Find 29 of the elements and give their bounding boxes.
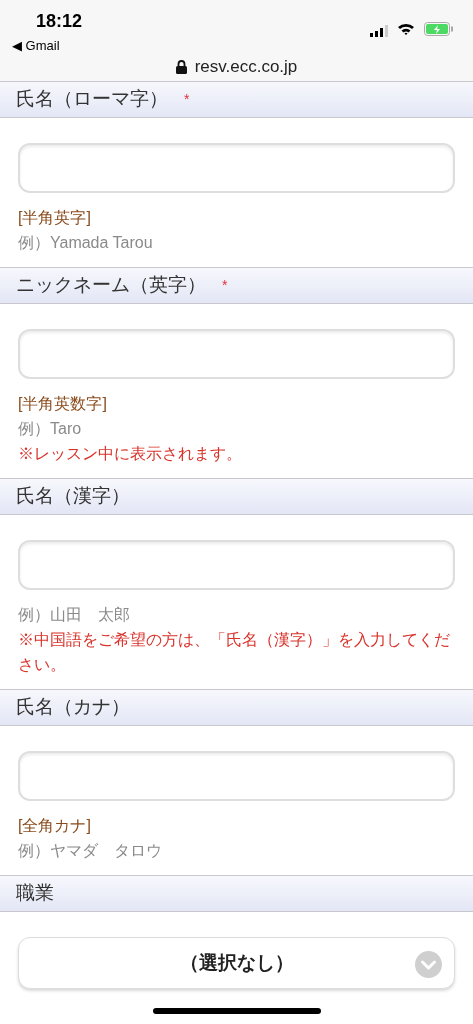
warning-note: ※レッスン中に表示されます。 [18,444,243,464]
select-dropdown[interactable]: （選択なし） [18,937,455,989]
text-field[interactable] [18,540,455,590]
status-time: 18:12 [36,10,83,33]
field-label: 氏名（カナ） [16,695,130,720]
address-bar[interactable]: resv.ecc.co.jp [0,54,473,80]
format-hint: [全角カナ] [18,816,92,836]
battery-icon [424,22,454,36]
example-text: 例）ヤマダ タロウ [18,841,163,861]
format-hint: [半角英数字] [18,394,108,414]
example-text: 例）山田 太郎 [18,605,131,625]
back-link[interactable]: ◀ Gmail [12,36,60,56]
required-mark: * [184,90,190,109]
lock-icon [175,59,187,74]
wifi-icon [397,22,415,36]
field-label: 氏名（漢字） [16,484,130,509]
required-mark: * [222,276,228,295]
text-field[interactable] [18,329,455,379]
field-label: 職業 [16,881,54,906]
field-label: ニックネーム（英字） [16,273,206,298]
example-text: 例）Yamada Tarou [18,233,154,253]
text-field[interactable] [18,143,455,193]
warning-note: ※中国語をご希望の方は、「氏名（漢字）」を入力してください。 [18,630,451,675]
format-hint: [半角英字] [18,208,92,228]
chevron-down-icon [415,951,442,978]
example-text: 例）Taro [18,419,83,439]
signal-icon [370,25,390,37]
text-field[interactable] [18,751,455,801]
field-label: 氏名（ローマ字） [16,87,168,112]
